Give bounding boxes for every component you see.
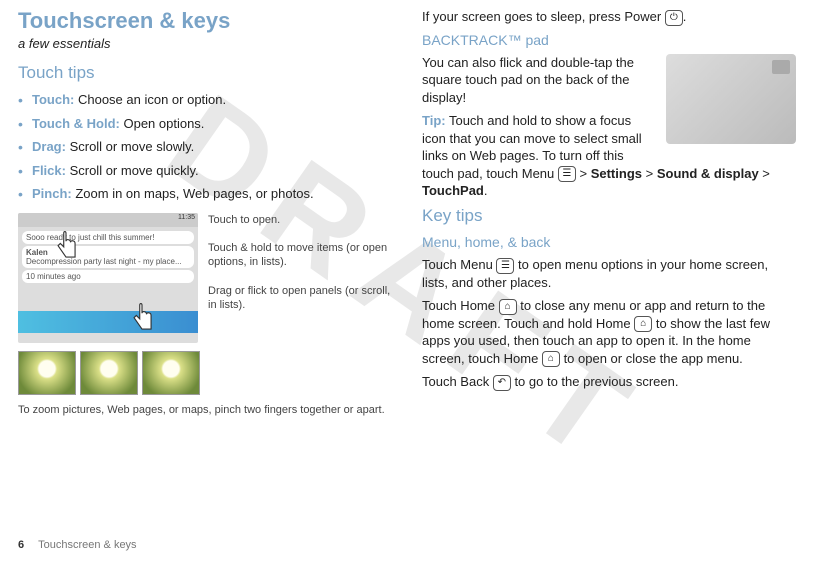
section-backtrack: BACKTRACK™ pad <box>422 32 796 48</box>
tip-desc: Open options. <box>120 116 205 131</box>
menu-icon: ☰ <box>558 166 576 182</box>
tip-term: Drag: <box>32 139 66 154</box>
tip-term: Flick: <box>32 163 66 178</box>
back-paragraph: Touch Back ↶ to go to the previous scree… <box>422 373 796 391</box>
text: . <box>683 9 687 24</box>
power-icon: ⏻ <box>665 10 683 26</box>
page-footer: 6 Touchscreen & keys <box>18 539 137 551</box>
feed-body: Decompression party last night - my plac… <box>26 257 182 266</box>
hand-tap-icon <box>52 231 80 265</box>
touchpad-label: TouchPad <box>422 183 484 198</box>
tip-desc: Scroll or move quickly. <box>66 163 199 178</box>
home-icon: ⌂ <box>634 316 652 332</box>
sleep-line: If your screen goes to sleep, press Powe… <box>422 8 796 26</box>
section-key-tips: Key tips <box>422 206 796 226</box>
menu-icon: ☰ <box>496 258 514 274</box>
list-item: Flick: Scroll or move quickly. <box>18 162 392 180</box>
feed-line: 10 minutes ago <box>22 270 194 283</box>
pinch-figure <box>18 351 392 395</box>
feed-name: Kalen <box>26 248 48 257</box>
status-bar: 11:35 <box>18 213 198 227</box>
tip-term: Touch: <box>32 92 74 107</box>
home-paragraph: Touch Home ⌂ to close any menu or app an… <box>422 297 796 367</box>
left-column: Touchscreen & keys a few essentials Touc… <box>18 8 392 417</box>
pinch-caption: To zoom pictures, Web pages, or maps, pi… <box>18 403 392 417</box>
page-title: Touchscreen & keys <box>18 8 392 34</box>
list-item: Pinch: Zoom in on maps, Web pages, or ph… <box>18 185 392 203</box>
tip-desc: Scroll or move slowly. <box>66 139 194 154</box>
annotation-touch-hold: Touch & hold to move items (or open opti… <box>208 241 392 270</box>
feed-line: Sooo ready to just chill this summer! <box>22 231 194 244</box>
home-icon: ⌂ <box>542 351 560 367</box>
text: > <box>759 166 770 181</box>
hand-drag-icon <box>128 303 156 337</box>
flower-thumb <box>18 351 76 395</box>
drag-band <box>18 311 198 333</box>
text: > <box>642 166 657 181</box>
text: If your screen goes to sleep, press Powe… <box>422 9 665 24</box>
backtrack-pad-image <box>666 54 796 144</box>
text: . <box>484 183 488 198</box>
list-item: Touch & Hold: Open options. <box>18 115 392 133</box>
flower-thumb <box>80 351 138 395</box>
flower-thumb <box>142 351 200 395</box>
annotation-drag-flick: Drag or flick to open panels (or scroll,… <box>208 284 392 313</box>
page-subtitle: a few essentials <box>18 36 392 51</box>
settings-label: Settings <box>591 166 642 181</box>
annotation-touch-open: Touch to open. <box>208 213 392 227</box>
tip-term: Pinch: <box>32 186 72 201</box>
footer-section: Touchscreen & keys <box>38 539 136 551</box>
text: Touch Back <box>422 374 493 389</box>
touch-tips-list: Touch: Choose an icon or option. Touch &… <box>18 91 392 203</box>
feed-line: Kalen Decompression party last night - m… <box>22 246 194 268</box>
text: to open or close the app menu. <box>560 351 743 366</box>
section-touch-tips: Touch tips <box>18 63 392 83</box>
list-item: Drag: Scroll or move slowly. <box>18 138 392 156</box>
text: Touch Menu <box>422 257 496 272</box>
tip-desc: Zoom in on maps, Web pages, or photos. <box>72 186 314 201</box>
touch-figure-row: 11:35 Sooo ready to just chill this summ… <box>18 213 392 343</box>
phone-screenshot: 11:35 Sooo ready to just chill this summ… <box>18 213 198 343</box>
text: to go to the previous screen. <box>511 374 679 389</box>
tip-desc: Choose an icon or option. <box>74 92 226 107</box>
text: > <box>576 166 591 181</box>
tip-term: Touch & Hold: <box>32 116 120 131</box>
sound-display-label: Sound & display <box>657 166 759 181</box>
list-item: Touch: Choose an icon or option. <box>18 91 392 109</box>
section-menu-home-back: Menu, home, & back <box>422 234 796 250</box>
right-column: If your screen goes to sleep, press Powe… <box>422 8 796 417</box>
back-icon: ↶ <box>493 375 511 391</box>
text: Touch Home <box>422 298 499 313</box>
home-icon: ⌂ <box>499 299 517 315</box>
menu-paragraph: Touch Menu ☰ to open menu options in you… <box>422 256 796 291</box>
tip-label: Tip: <box>422 113 446 128</box>
page-number: 6 <box>18 539 24 551</box>
